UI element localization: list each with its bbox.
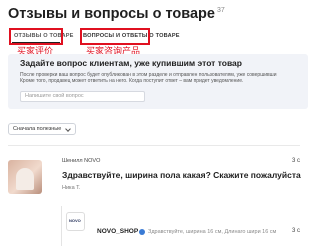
question-input-placeholder: Напишите свой вопрос: [25, 93, 84, 99]
question-author: Ника Т.: [62, 185, 81, 191]
page-title-text: Отзывы и вопросы о товаре: [8, 6, 215, 22]
review-count-badge: 37: [216, 7, 225, 15]
page-title: Отзывы и вопросы о товаре 37: [8, 6, 225, 22]
product-photo[interactable]: [8, 160, 42, 194]
ask-question-description: После проверки ваш вопрос будет опублико…: [20, 72, 276, 84]
question-product-name: Шенилл NOVO: [62, 158, 101, 164]
answer-text: Здравствуйте, ширина 16 см, Длинаго шири…: [148, 229, 277, 235]
answer-thread-line: [61, 206, 62, 246]
question-text: Здравствуйте, ширина пола какая? Скажите…: [62, 170, 301, 180]
ask-question-description-line: Кроме того, продавец может ответить на н…: [20, 78, 244, 84]
verified-badge-icon: [139, 229, 145, 235]
answer-date: 3 с: [292, 228, 301, 234]
shop-avatar-logo: NOVO: [69, 218, 81, 223]
product-photo-figure: [16, 168, 34, 190]
section-divider: [8, 145, 300, 146]
answer-shop-name[interactable]: NOVO_SHOP: [97, 228, 138, 235]
annotation-box-reviews: [9, 28, 63, 45]
annotation-box-questions: [80, 28, 150, 45]
ask-question-heading: Задайте вопрос клиентам, уже купившим эт…: [20, 58, 242, 68]
question-date: 3 с: [292, 158, 301, 164]
sort-dropdown-value: Сначала полезные: [13, 126, 62, 132]
